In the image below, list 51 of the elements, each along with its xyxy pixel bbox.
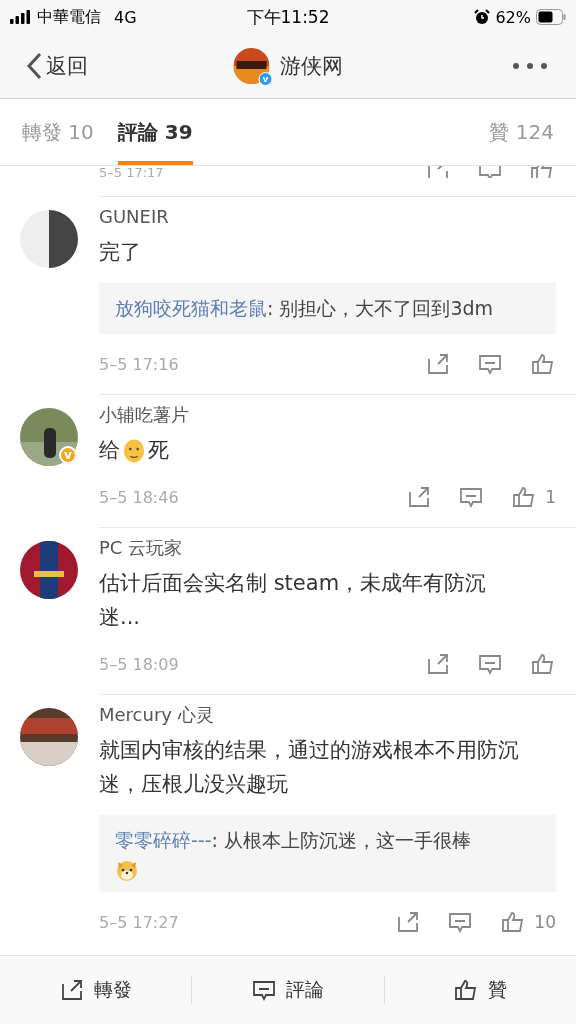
user-name[interactable]: 小辅吃薯片 bbox=[99, 403, 189, 427]
reply-text: 零零碎碎---: 从根本上防沉迷，这一手很棒 bbox=[115, 829, 472, 851]
signal-icon bbox=[10, 10, 32, 24]
share-icon bbox=[59, 978, 84, 1002]
like-icon bbox=[453, 978, 478, 1002]
carrier-name: 中華電信 bbox=[37, 6, 101, 28]
like-button[interactable]: 贊 bbox=[384, 956, 576, 1024]
comment-icon[interactable] bbox=[459, 485, 484, 509]
comment-text: 完了 bbox=[99, 239, 141, 266]
share-button[interactable]: 轉發 bbox=[0, 956, 192, 1024]
page-title: 游侠网 bbox=[279, 53, 343, 80]
battery-percent: 62% bbox=[495, 7, 531, 27]
user-name[interactable]: PC 云玩家 bbox=[99, 536, 183, 560]
share-icon[interactable] bbox=[396, 910, 421, 934]
like-icon[interactable] bbox=[530, 652, 556, 676]
comment-icon[interactable] bbox=[478, 166, 502, 178]
share-icon[interactable] bbox=[426, 652, 450, 676]
battery-icon bbox=[536, 9, 566, 25]
comment-time: 5–5 18:46 bbox=[99, 487, 179, 507]
comment-icon[interactable] bbox=[478, 352, 502, 376]
share-icon[interactable] bbox=[407, 485, 432, 509]
alarm-icon bbox=[474, 9, 491, 25]
comment-button[interactable]: 評論 bbox=[192, 956, 384, 1024]
user-name[interactable]: Mercury 心灵 bbox=[99, 703, 214, 727]
like-icon[interactable] bbox=[530, 352, 556, 376]
comment-icon[interactable] bbox=[448, 910, 473, 934]
face-emoji-icon bbox=[122, 436, 146, 464]
comment-icon bbox=[252, 978, 276, 1002]
like-icon[interactable] bbox=[530, 166, 554, 178]
comment-time: 5–5 17:16 bbox=[99, 354, 179, 374]
verified-badge: v bbox=[258, 72, 273, 86]
back-button[interactable]: 返回 bbox=[26, 52, 88, 80]
comment-text: 给 bbox=[99, 437, 120, 464]
back-chevron-icon[interactable] bbox=[26, 52, 42, 80]
comment-icon[interactable] bbox=[478, 652, 502, 676]
share-icon[interactable] bbox=[426, 166, 450, 178]
comment-time: 5–5 17:27 bbox=[99, 912, 179, 932]
status-time: 下午11:52 bbox=[246, 5, 330, 29]
tab[interactable]: 評論 39 bbox=[117, 99, 193, 165]
comment-time: 5–5 17:17 bbox=[99, 166, 164, 180]
comment-text: 死 bbox=[148, 437, 169, 464]
like-count: 10 bbox=[534, 912, 556, 932]
share-icon[interactable] bbox=[426, 352, 450, 376]
more-icon[interactable] bbox=[512, 62, 548, 70]
reply-text: 放狗咬死猫和老鼠: 别担心，大不了回到3dm bbox=[115, 297, 494, 319]
network-type: 4G bbox=[114, 7, 137, 27]
like-count: 1 bbox=[545, 487, 556, 507]
comment-text: 估计后面会实名制 steam，未成年有防沉迷... bbox=[99, 570, 488, 631]
comment-time: 5–5 18:09 bbox=[99, 654, 179, 674]
user-name[interactable]: GUNEIR bbox=[99, 205, 169, 229]
comment-text: 就国内审核的结果，通过的游戏根本不用防沉迷，压根儿没兴趣玩 bbox=[99, 737, 520, 798]
